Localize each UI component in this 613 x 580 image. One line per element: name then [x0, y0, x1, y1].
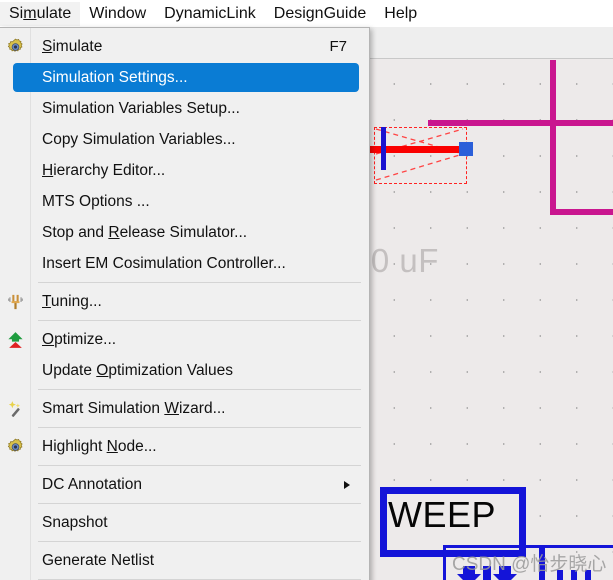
menu-item-generate-netlist[interactable]: Generate Netlist: [0, 545, 369, 576]
menu-item-surface: Smart Simulation Wizard...: [13, 394, 359, 423]
menu-separator: [38, 389, 361, 390]
menu-item-label: MTS Options ...: [42, 193, 150, 210]
menu-item-surface: DC Annotation: [13, 470, 359, 499]
menu-item-surface: Optimize...: [13, 325, 359, 354]
menu-item-label: Generate Netlist: [42, 552, 154, 569]
wire-horizontal-right[interactable]: [550, 209, 613, 215]
application-window: 10 uF WEEP ParamSweep CSDN @怡步晓心 Simulat…: [0, 0, 613, 580]
menu-item-simulation-settings[interactable]: Simulation Settings...: [0, 62, 369, 93]
csdn-watermark: CSDN @怡步晓心: [452, 554, 607, 575]
menu-item-label: DC Annotation: [42, 476, 142, 493]
menu-item-mts-options[interactable]: MTS Options ...: [0, 186, 369, 217]
menu-item-dc-annotation[interactable]: DC Annotation: [0, 469, 369, 500]
selection-handle[interactable]: [459, 142, 473, 156]
menu-item-label: Insert EM Cosimulation Controller...: [42, 255, 286, 272]
menu-item-simulate[interactable]: Simulate F7: [0, 31, 369, 62]
menu-item-snapshot[interactable]: Snapshot: [0, 507, 369, 538]
menu-item-surface: Insert EM Cosimulation Controller...: [13, 249, 359, 278]
menubar-item-simulate-label: Simulate: [9, 4, 72, 22]
menu-item-surface: Hierarchy Editor...: [13, 156, 359, 185]
menu-item-optimize[interactable]: Optimize...: [0, 324, 369, 355]
menu-bar: Simulate Window DynamicLink DesignGuide …: [0, 0, 613, 27]
menu-item-label: Simulation Variables Setup...: [42, 100, 240, 117]
menubar-item-help-label: Help: [384, 4, 418, 22]
menubar-item-window-label: Window: [89, 4, 147, 22]
menu-item-surface: Update Optimization Values: [13, 356, 359, 385]
menubar-item-designguide-label: DesignGuide: [273, 4, 367, 22]
menu-item-label: Update Optimization Values: [42, 362, 233, 379]
menubar-item-dynamiclink[interactable]: DynamicLink: [155, 2, 265, 26]
menu-item-label: Simulation Settings...: [42, 69, 188, 86]
menu-item-highlight-node[interactable]: Highlight Node...: [0, 431, 369, 462]
menu-item-label: Copy Simulation Variables...: [42, 131, 236, 148]
selection-cross-lines: [375, 128, 464, 181]
menu-item-insert-em-cosimulation-controller[interactable]: Insert EM Cosimulation Controller...: [0, 248, 369, 279]
menu-separator: [38, 320, 361, 321]
menu-item-surface: Simulate F7: [13, 32, 359, 61]
menu-item-surface: MTS Options ...: [13, 187, 359, 216]
wire-horizontal-top[interactable]: [428, 120, 613, 126]
menu-item-copy-simulation-variables[interactable]: Copy Simulation Variables...: [0, 124, 369, 155]
menu-item-tuning[interactable]: Tuning...: [0, 286, 369, 317]
menu-items-container: Simulate F7 Simulation Settings... Simulati…: [0, 31, 369, 580]
menu-item-label: Simulate: [42, 38, 103, 55]
menu-item-label: Optimize...: [42, 331, 117, 348]
menu-item-label: Stop and Release Simulator...: [42, 224, 248, 241]
menu-separator: [38, 282, 361, 283]
menu-item-smart-simulation-wizard[interactable]: Smart Simulation Wizard...: [0, 393, 369, 424]
menubar-item-simulate[interactable]: Simulate: [0, 1, 81, 26]
menu-separator: [38, 427, 361, 428]
menu-item-hierarchy-editor[interactable]: Hierarchy Editor...: [0, 155, 369, 186]
menu-item-label: Hierarchy Editor...: [42, 162, 166, 179]
menu-item-surface: Snapshot: [13, 508, 359, 537]
menu-item-surface: Highlight Node...: [13, 432, 359, 461]
menu-item-label: Smart Simulation Wizard...: [42, 400, 226, 417]
menu-item-surface: Simulation Settings...: [13, 63, 359, 92]
menu-item-update-optimization-values[interactable]: Update Optimization Values: [0, 355, 369, 386]
menu-item-label: Highlight Node...: [42, 438, 157, 455]
menubar-item-dynamiclink-label: DynamicLink: [164, 4, 256, 22]
menubar-item-designguide[interactable]: DesignGuide: [265, 2, 376, 26]
menu-item-label: Tuning...: [42, 293, 102, 310]
menu-item-surface: Simulation Variables Setup...: [13, 94, 359, 123]
menubar-item-help[interactable]: Help: [375, 2, 426, 26]
menu-item-surface: Tuning...: [13, 287, 359, 316]
menu-item-stop-and-release-simulator[interactable]: Stop and Release Simulator...: [0, 217, 369, 248]
menu-item-label: Snapshot: [42, 514, 108, 531]
menu-separator: [38, 541, 361, 542]
menu-item-simulation-variables-setup[interactable]: Simulation Variables Setup...: [0, 93, 369, 124]
menu-item-surface: Copy Simulation Variables...: [13, 125, 359, 154]
component-blue-terminal[interactable]: [381, 127, 386, 170]
menubar-item-window[interactable]: Window: [80, 2, 155, 26]
menu-item-surface: Generate Netlist: [13, 546, 359, 575]
menu-item-surface: Stop and Release Simulator...: [13, 218, 359, 247]
menu-separator: [38, 465, 361, 466]
simulate-dropdown-menu[interactable]: Simulate F7 Simulation Settings... Simulati…: [0, 27, 370, 580]
chevron-right-icon: [344, 480, 350, 489]
sweep-block-label: WEEP: [388, 494, 497, 535]
menu-item-shortcut: F7: [329, 38, 347, 55]
wire-vertical[interactable]: [550, 60, 556, 215]
menu-separator: [38, 503, 361, 504]
